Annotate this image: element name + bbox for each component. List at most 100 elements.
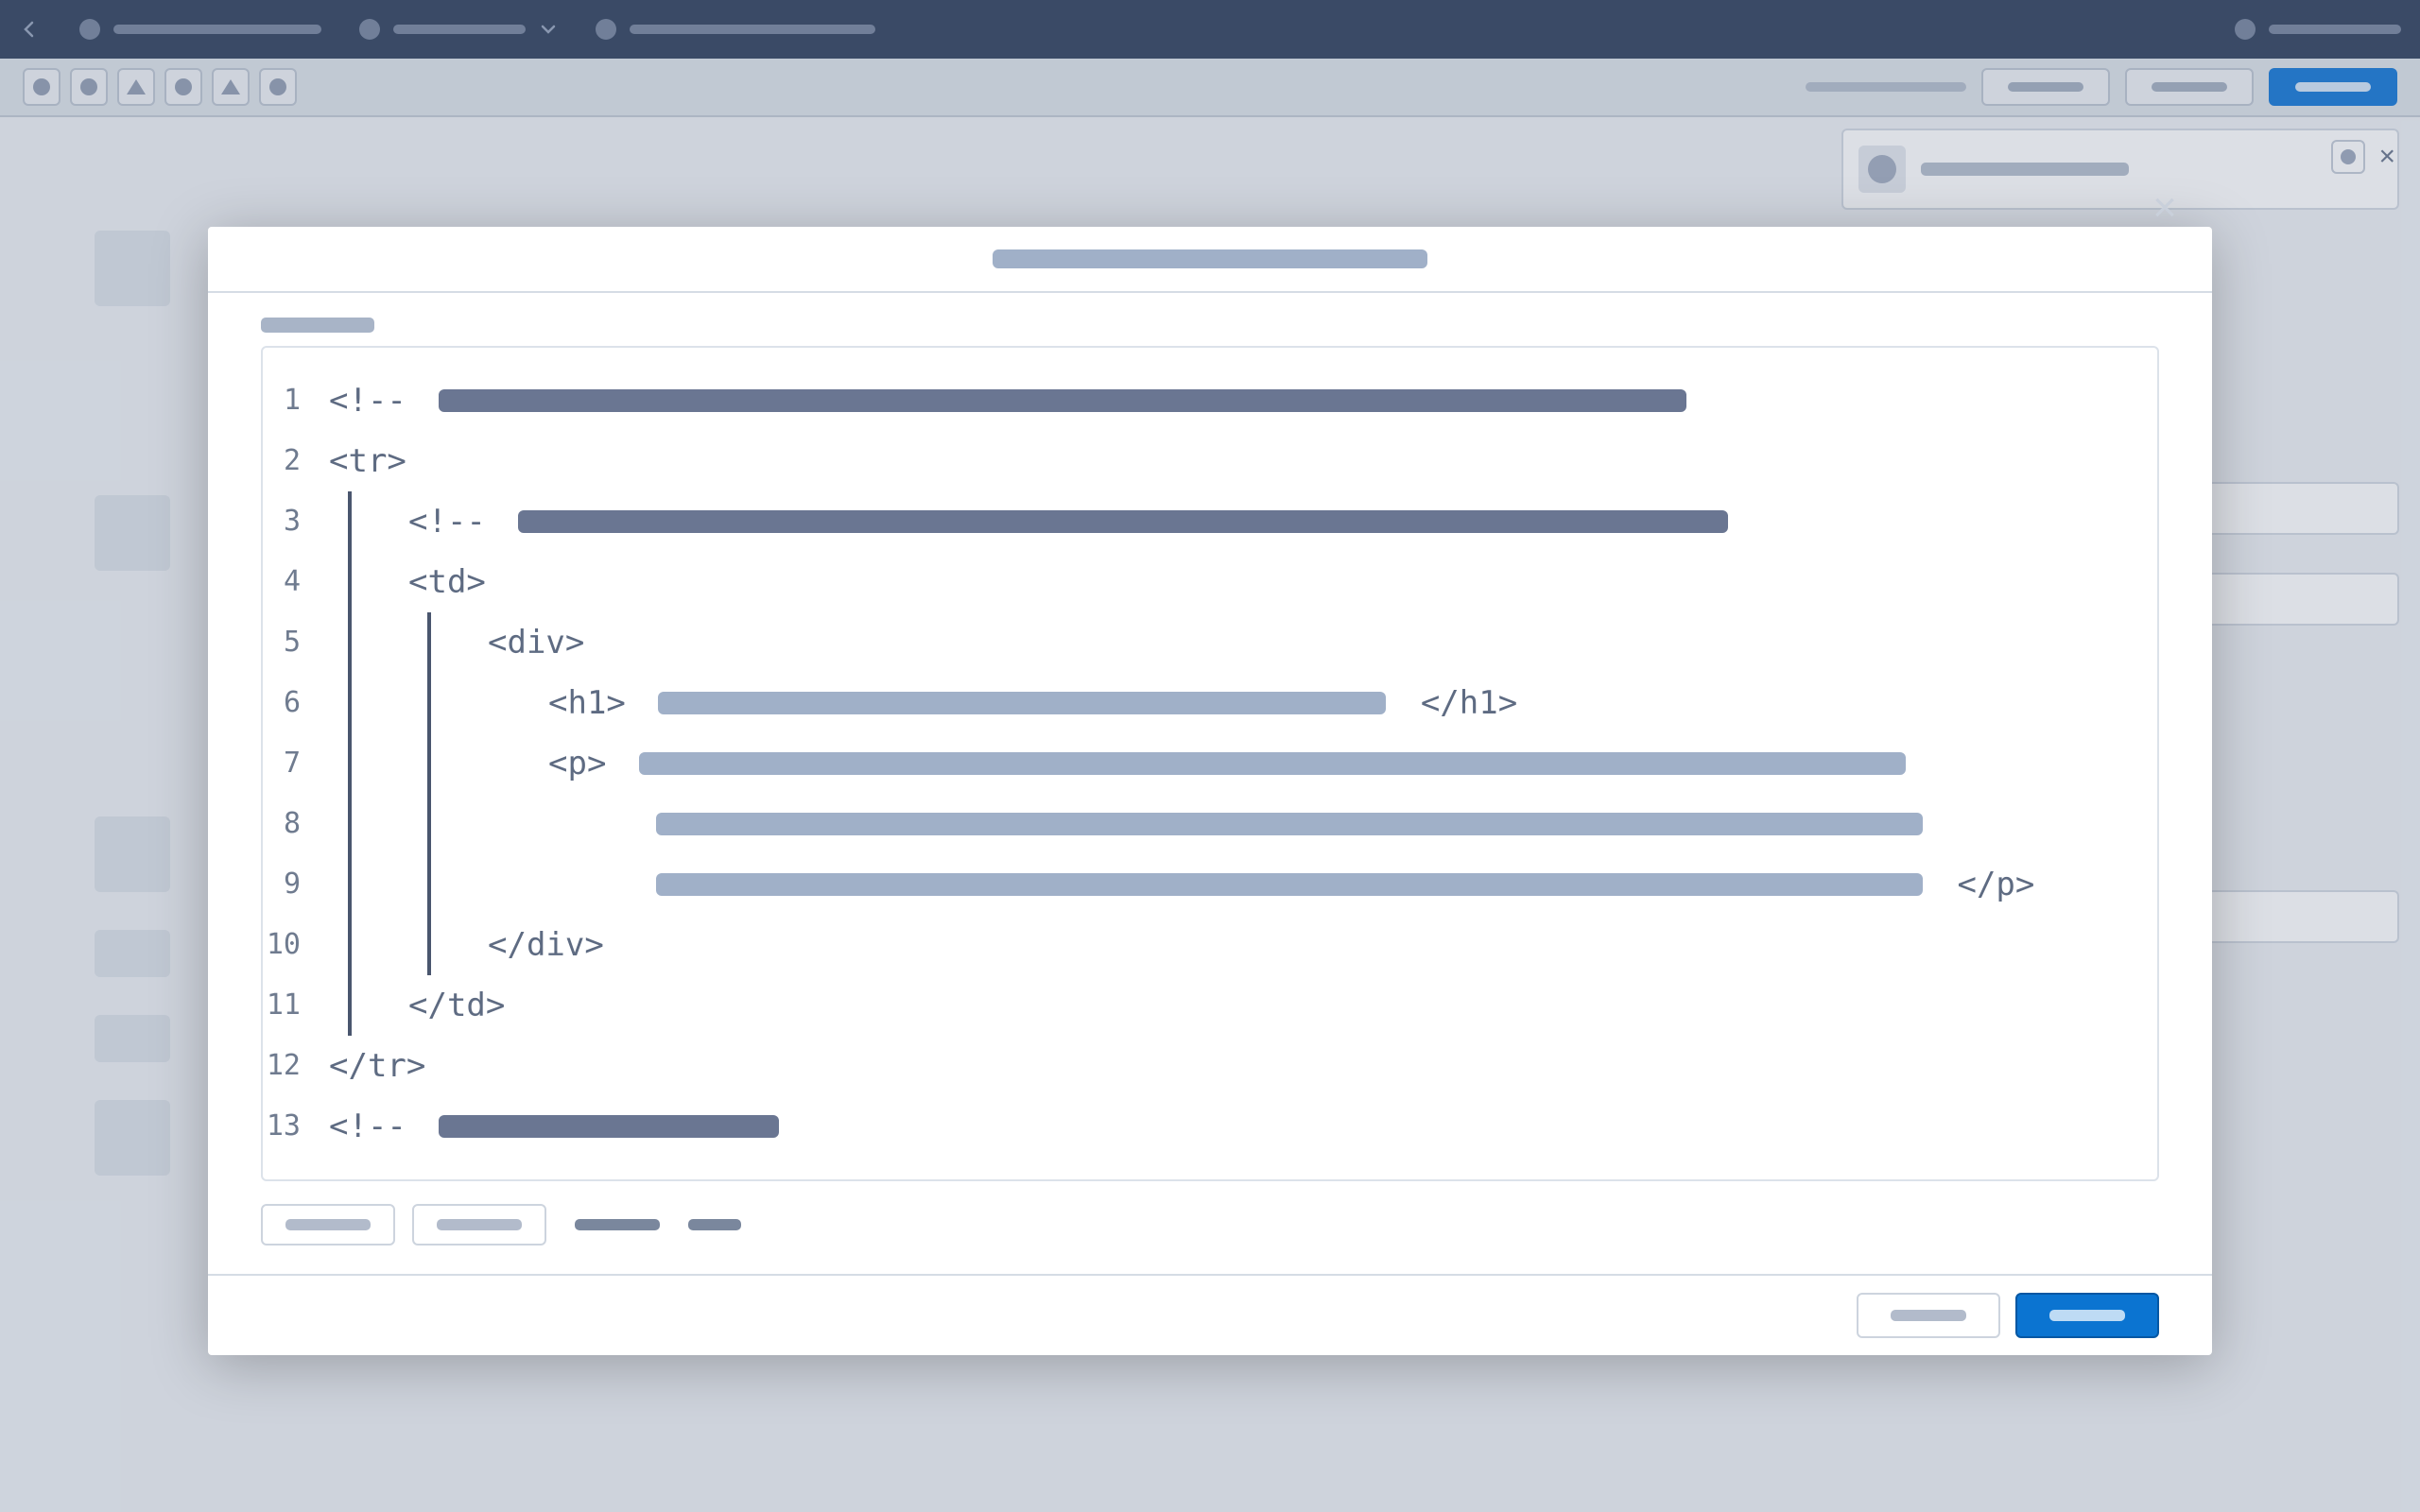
code-line[interactable]: 5 <div> xyxy=(263,612,2129,673)
side-option-button[interactable] xyxy=(2331,140,2365,174)
tool-button-3[interactable] xyxy=(117,68,155,106)
triangle-icon xyxy=(221,79,240,94)
code-info-text-1 xyxy=(575,1219,660,1230)
line-number: 12 xyxy=(263,1036,329,1096)
line-number: 6 xyxy=(263,673,329,733)
cancel-button[interactable] xyxy=(1857,1293,2000,1338)
code-editor[interactable]: 1<!-- 2<tr> 3<!-- 4<td> 5<div> 6<h1> </h… xyxy=(261,346,2159,1181)
line-number: 11 xyxy=(263,975,329,1036)
modal-header xyxy=(208,227,2212,293)
toolbar-secondary-1[interactable] xyxy=(1981,68,2110,106)
nav-item-1[interactable] xyxy=(79,19,321,40)
code-content: </p> xyxy=(329,854,2129,915)
tool-button-1[interactable] xyxy=(23,68,60,106)
side-panel xyxy=(1841,129,2399,210)
code-text-placeholder xyxy=(439,389,1686,412)
code-text-placeholder xyxy=(656,813,1923,835)
code-line[interactable]: 9 </p> xyxy=(263,854,2129,915)
nav-label xyxy=(113,25,321,34)
tool-button-6[interactable] xyxy=(259,68,297,106)
user-label xyxy=(2269,25,2401,34)
code-line[interactable]: 13<!-- xyxy=(263,1096,2129,1157)
code-info-text-2 xyxy=(688,1219,741,1230)
line-number: 10 xyxy=(263,915,329,975)
nav-item-3[interactable] xyxy=(596,19,875,40)
code-action-button-2[interactable] xyxy=(412,1204,546,1246)
nav-dot-icon xyxy=(359,19,380,40)
indent-guide xyxy=(427,915,431,975)
toolbar-secondary-2[interactable] xyxy=(2125,68,2254,106)
side-close-icon[interactable]: × xyxy=(2378,141,2395,173)
code-text-placeholder xyxy=(658,692,1386,714)
code-content: <!-- xyxy=(329,370,2129,431)
side-panel-title xyxy=(1921,163,2129,176)
code-action-button-1[interactable] xyxy=(261,1204,395,1246)
code-tag: </h1> xyxy=(1401,673,1517,733)
circle-icon xyxy=(33,78,50,95)
code-content: <td> xyxy=(329,552,2129,612)
line-number: 3 xyxy=(263,491,329,552)
circle-icon xyxy=(80,78,97,95)
code-line[interactable]: 12</tr> xyxy=(263,1036,2129,1096)
toolbar-primary-button[interactable] xyxy=(2269,68,2397,106)
code-line[interactable]: 7<p> xyxy=(263,733,2129,794)
bg-card xyxy=(95,495,170,571)
code-line[interactable]: 8 xyxy=(263,794,2129,854)
line-number: 13 xyxy=(263,1096,329,1157)
code-content: </div> xyxy=(329,915,2129,975)
user-avatar-icon[interactable] xyxy=(2235,19,2256,40)
tool-button-2[interactable] xyxy=(70,68,108,106)
indent-guide xyxy=(348,733,352,794)
code-line[interactable]: 4<td> xyxy=(263,552,2129,612)
code-content: <p> xyxy=(329,733,2129,794)
bg-card xyxy=(95,1100,170,1176)
code-content: </tr> xyxy=(329,1036,2129,1096)
nav-label xyxy=(630,25,875,34)
code-line[interactable]: 11 </td> xyxy=(263,975,2129,1036)
nav-label xyxy=(393,25,526,34)
code-line[interactable]: 10</div> xyxy=(263,915,2129,975)
line-number: 9 xyxy=(263,854,329,915)
code-tag: </td> xyxy=(408,975,525,1036)
indent-guide xyxy=(348,975,352,1036)
top-nav xyxy=(0,0,2420,59)
side-panel-controls: × xyxy=(2331,140,2395,174)
bg-card xyxy=(95,1015,170,1062)
side-avatar-box xyxy=(1858,146,1906,193)
code-tag: <tr> xyxy=(329,431,425,491)
code-text-placeholder xyxy=(656,873,1923,896)
line-number: 1 xyxy=(263,370,329,431)
indent-guide xyxy=(348,854,352,915)
indent-guide xyxy=(348,612,352,673)
code-content xyxy=(329,794,2129,854)
code-line[interactable]: 3 <!-- xyxy=(263,491,2129,552)
tool-button-4[interactable] xyxy=(164,68,202,106)
avatar-icon xyxy=(1868,155,1896,183)
indent-guide xyxy=(427,673,431,733)
triangle-icon xyxy=(127,79,146,94)
toolbar-status-text xyxy=(1806,82,1966,92)
circle-icon xyxy=(269,78,286,95)
bg-card xyxy=(95,930,170,977)
code-line[interactable]: 2<tr> xyxy=(263,431,2129,491)
code-tag: <p> xyxy=(548,733,626,794)
tool-button-5[interactable] xyxy=(212,68,250,106)
code-line[interactable]: 1<!-- xyxy=(263,370,2129,431)
indent-guide xyxy=(348,673,352,733)
code-text-placeholder xyxy=(439,1115,779,1138)
code-text-placeholder xyxy=(518,510,1728,533)
line-number: 5 xyxy=(263,612,329,673)
code-line[interactable]: 6<h1> </h1> xyxy=(263,673,2129,733)
modal-close-button[interactable]: × xyxy=(2146,189,2184,227)
code-text-placeholder xyxy=(639,752,1906,775)
code-content: <h1> </h1> xyxy=(329,673,2129,733)
code-comment: <!-- xyxy=(408,491,505,552)
back-button[interactable] xyxy=(19,18,42,41)
bg-card xyxy=(95,816,170,892)
nav-item-2[interactable] xyxy=(359,19,558,40)
code-content: <div> xyxy=(329,612,2129,673)
confirm-button[interactable] xyxy=(2015,1293,2159,1338)
line-number: 4 xyxy=(263,552,329,612)
code-tag: <div> xyxy=(488,612,604,673)
modal-footer xyxy=(208,1274,2212,1355)
